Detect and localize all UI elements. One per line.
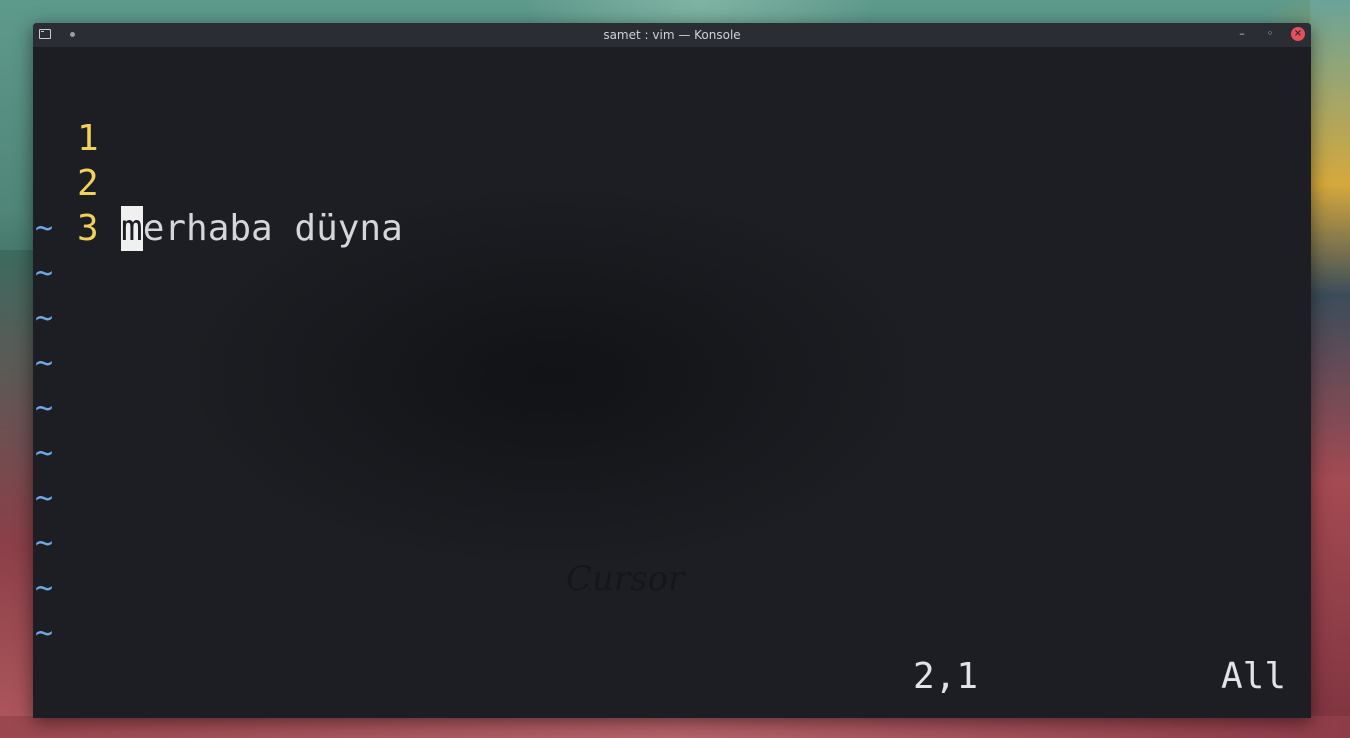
empty-line-tilde: ~ <box>35 346 54 381</box>
pin-icon[interactable] <box>70 32 75 37</box>
terminal-app-icon[interactable] <box>39 29 51 39</box>
cursor-position: 2,1 <box>913 656 979 697</box>
title-bar[interactable]: samet : vim — Konsole – ◦ × <box>33 23 1311 47</box>
editor-line: 1 <box>33 71 163 159</box>
close-icon[interactable]: × <box>1291 27 1305 41</box>
empty-line-tilde: ~ <box>35 256 54 291</box>
line-content: erhaba düyna <box>142 208 403 249</box>
maximize-icon[interactable]: ◦ <box>1263 27 1277 41</box>
empty-line-tilde: ~ <box>35 301 54 336</box>
window-title: samet : vim — Konsole <box>603 28 741 42</box>
empty-line-tilde: ~ <box>35 616 54 651</box>
line-text: merhaba düyna <box>121 206 403 251</box>
wallpaper-right <box>1310 0 1350 738</box>
editor-line: 2 merhaba düyna <box>33 116 403 251</box>
watermark-text: Cursor <box>566 559 685 599</box>
scroll-indicator: All <box>1221 656 1287 697</box>
empty-line-tilde: ~ <box>35 211 54 246</box>
vim-editor[interactable]: 1 2 merhaba düyna 3 ~ ~ ~ ~ ~ ~ ~ ~ ~ ~ … <box>33 47 1311 718</box>
wallpaper-bottom <box>0 716 1350 738</box>
empty-line-tilde: ~ <box>35 391 54 426</box>
minimize-icon[interactable]: – <box>1235 27 1249 41</box>
empty-line-tilde: ~ <box>35 481 54 516</box>
editor-line: 3 <box>33 161 163 249</box>
line-number: 3 <box>77 208 99 249</box>
konsole-window: samet : vim — Konsole – ◦ × 1 2 merhaba … <box>33 23 1311 718</box>
empty-line-tilde: ~ <box>35 571 54 606</box>
window-controls: – ◦ × <box>1235 27 1305 41</box>
wallpaper-left <box>0 250 34 738</box>
empty-line-tilde: ~ <box>35 436 54 471</box>
empty-line-tilde: ~ <box>35 526 54 561</box>
